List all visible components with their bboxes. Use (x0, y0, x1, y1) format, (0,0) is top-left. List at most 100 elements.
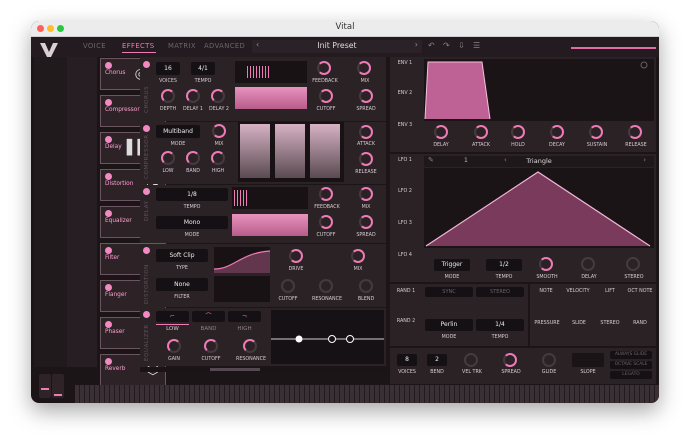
phaser-power-toggle[interactable] (105, 321, 112, 328)
distortion-mix-knob[interactable] (351, 249, 365, 263)
rand-stereo-button[interactable]: STEREO (476, 287, 524, 297)
slope-display[interactable] (572, 353, 604, 367)
flanger-power-toggle[interactable] (105, 284, 112, 291)
distortion-cutoff-knob[interactable] (281, 279, 295, 293)
mod-source-note[interactable]: NOTE (533, 289, 559, 294)
mod-wheel[interactable] (52, 374, 64, 398)
distortion-resonance-knob[interactable] (319, 279, 333, 293)
lfo-shape-name[interactable]: Triangle (424, 157, 654, 165)
chorus-voices-value[interactable]: 16 (156, 62, 180, 75)
delay-tempo-value[interactable]: 1/8 (156, 188, 228, 201)
compressor-low-knob[interactable] (161, 151, 175, 165)
chorus-cutoff-knob[interactable] (319, 89, 333, 103)
octave-scale-toggle[interactable]: OCTAVE SCALE (610, 361, 652, 369)
env-hold-knob[interactable] (511, 125, 525, 139)
tab-matrix[interactable]: MATRIX (168, 42, 196, 50)
eq-band-shape-button[interactable]: ⌒ (192, 311, 225, 322)
menu-icon[interactable]: ☰ (473, 41, 480, 50)
preset-next-button[interactable]: › (415, 40, 418, 49)
env-attack-knob[interactable] (474, 125, 488, 139)
distortion-type-value[interactable]: Soft Clip (156, 249, 208, 262)
distortion-panel-power[interactable] (143, 247, 150, 254)
glide-knob[interactable] (542, 353, 556, 367)
chorus-feedback-knob[interactable] (317, 61, 331, 75)
env-sustain-knob[interactable] (589, 125, 603, 139)
distortion-drive-knob[interactable] (289, 249, 303, 263)
chorus-delay-display[interactable] (235, 87, 307, 109)
lfo-4-tab[interactable]: LFO 4 (395, 253, 415, 258)
delay-mode-value[interactable]: Mono (156, 216, 228, 229)
mod-source-pressure[interactable]: PRESSURE (531, 321, 563, 326)
spread-knob[interactable] (503, 353, 517, 367)
delay-mix-knob[interactable] (359, 187, 373, 201)
rand-type-value[interactable]: Perlin (425, 319, 473, 331)
chorus-panel-power[interactable] (143, 61, 150, 68)
lfo-3-tab[interactable]: LFO 3 (395, 221, 415, 226)
compressor-panel-power[interactable] (143, 125, 150, 132)
rand-1-tab[interactable]: RAND 1 (395, 289, 417, 294)
chorus-power-toggle[interactable] (105, 62, 112, 69)
lfo-next-shape[interactable]: › (643, 156, 646, 164)
piano-keyboard[interactable] (75, 385, 659, 403)
eq-cutoff-knob[interactable] (204, 339, 218, 353)
rand-tempo-value[interactable]: 1/4 (476, 319, 524, 331)
tab-voice[interactable]: VOICE (83, 42, 106, 50)
mod-source-velocity[interactable]: VELOCITY (562, 289, 594, 294)
lfo-stereo-knob[interactable] (626, 257, 640, 271)
lfo-tempo-value[interactable]: 1/2 (486, 259, 522, 271)
eq-high-shape-button[interactable]: ¬ (228, 311, 261, 322)
compressor-display[interactable] (238, 122, 344, 182)
compressor-high-knob[interactable] (211, 151, 225, 165)
env-decay-knob[interactable] (550, 125, 564, 139)
lfo-1-tab[interactable]: LFO 1 (395, 158, 415, 163)
reverb-power-toggle[interactable] (105, 358, 112, 365)
vel-trk-knob[interactable] (464, 353, 478, 367)
chorus-delay1-knob[interactable] (186, 89, 200, 103)
mod-source-slide[interactable]: SLIDE (566, 321, 592, 326)
env-delay-knob[interactable] (434, 125, 448, 139)
chorus-spread-knob[interactable] (359, 89, 373, 103)
delay-power-toggle[interactable] (105, 136, 112, 143)
eq-band-high[interactable]: HIGH (228, 326, 261, 332)
lfo-delay-knob[interactable] (581, 257, 595, 271)
lfo-smooth-knob[interactable] (539, 257, 553, 271)
compressor-attack-knob[interactable] (359, 125, 373, 139)
lfo-2-tab[interactable]: LFO 2 (395, 189, 415, 194)
mod-source-rand[interactable]: RAND (627, 321, 653, 326)
mod-source-lift[interactable]: LIFT (597, 289, 623, 294)
eq-band-mid[interactable]: BAND (192, 326, 225, 332)
effects-scrollbar[interactable] (140, 367, 386, 372)
compressor-release-knob[interactable] (359, 152, 373, 166)
eq-resonance-knob[interactable] (243, 339, 257, 353)
legato-toggle[interactable]: LEGATO (610, 371, 652, 379)
undo-icon[interactable]: ↶ (428, 41, 435, 50)
delay-time-display[interactable] (232, 214, 308, 236)
distortion-blend-knob[interactable] (359, 279, 373, 293)
lfo-mode-value[interactable]: Trigger (434, 259, 470, 271)
equalizer-power-toggle[interactable] (105, 210, 112, 217)
bend-value[interactable]: 2 (427, 354, 447, 366)
delay-feedback-knob[interactable] (319, 187, 333, 201)
eq-low-shape-button[interactable]: ⌐ (156, 311, 189, 322)
env-1-tab[interactable]: ENV 1 (395, 61, 415, 66)
envelope-display[interactable] (424, 59, 654, 121)
lfo-display[interactable] (424, 168, 654, 248)
mod-source-stereo[interactable]: STEREO (597, 321, 623, 326)
delay-cutoff-knob[interactable] (319, 215, 333, 229)
chorus-tempo-value[interactable]: 4/1 (191, 62, 215, 75)
compressor-power-toggle[interactable] (105, 99, 112, 106)
voices-value[interactable]: 8 (397, 354, 417, 366)
eq-response-display[interactable] (271, 310, 384, 364)
chorus-depth-knob[interactable] (161, 89, 175, 103)
equalizer-panel-power[interactable] (143, 311, 150, 318)
rand-2-tab[interactable]: RAND 2 (395, 319, 417, 324)
tab-advanced[interactable]: ADVANCED (204, 42, 245, 50)
filter-power-toggle[interactable] (105, 247, 112, 254)
pitch-wheel[interactable] (39, 374, 51, 398)
redo-icon[interactable]: ↷ (443, 41, 450, 50)
delay-panel-power[interactable] (143, 188, 150, 195)
master-volume-slider[interactable] (571, 47, 656, 49)
piano-keys[interactable] (75, 385, 659, 403)
env-release-knob[interactable] (628, 125, 642, 139)
preset-selector[interactable]: ‹ Init Preset › (252, 40, 422, 53)
